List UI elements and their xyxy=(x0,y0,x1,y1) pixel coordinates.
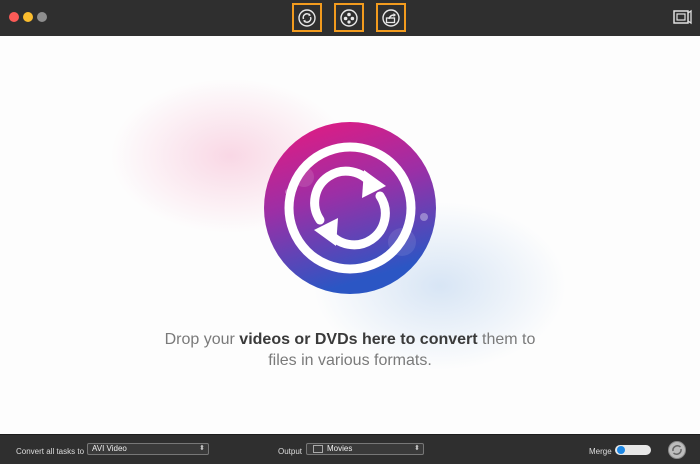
bottom-bar: Convert all tasks to AVI Video ⬍ Output … xyxy=(0,434,700,464)
tab-convert[interactable] xyxy=(292,3,322,32)
drop-text-pre: Drop your xyxy=(164,331,240,348)
chevron-updown-icon: ⬍ xyxy=(414,445,420,452)
drop-text-bold: videos or DVDs here to convert xyxy=(239,331,478,348)
media-browser-icon[interactable] xyxy=(672,8,692,26)
chevron-updown-icon: ⬍ xyxy=(199,445,205,452)
merge-label: Merge xyxy=(589,447,612,456)
convert-all-label: Convert all tasks to xyxy=(16,447,85,456)
merge-toggle[interactable] xyxy=(615,445,651,455)
share-icon xyxy=(382,8,400,27)
format-select[interactable]: AVI Video ⬍ xyxy=(87,443,209,455)
output-select[interactable]: Movies ⬍ xyxy=(306,443,424,455)
zoom-window-button[interactable] xyxy=(37,12,47,22)
convert-icon xyxy=(298,8,316,27)
tab-share[interactable] xyxy=(376,3,406,32)
output-label: Output xyxy=(278,447,303,456)
drop-zone[interactable]: Drop your videos or DVDs here to convert… xyxy=(0,36,700,434)
convert-all-button[interactable] xyxy=(668,441,686,459)
convert-icon xyxy=(672,445,682,455)
app-window: 1 2 3 Drop your videos or DVDs here xyxy=(0,0,700,464)
close-window-button[interactable] xyxy=(9,12,19,22)
toggle-knob xyxy=(617,446,625,454)
folder-icon xyxy=(313,444,323,453)
tab-burn[interactable] xyxy=(334,3,364,32)
convert-arrows-icon xyxy=(264,122,436,294)
format-select-value: AVI Video xyxy=(92,444,127,453)
drop-instructions: Drop your videos or DVDs here to convert… xyxy=(150,329,550,371)
output-select-value: Movies xyxy=(327,444,353,453)
minimize-window-button[interactable] xyxy=(23,12,33,22)
title-bar xyxy=(0,0,700,37)
film-reel-icon xyxy=(340,8,358,27)
